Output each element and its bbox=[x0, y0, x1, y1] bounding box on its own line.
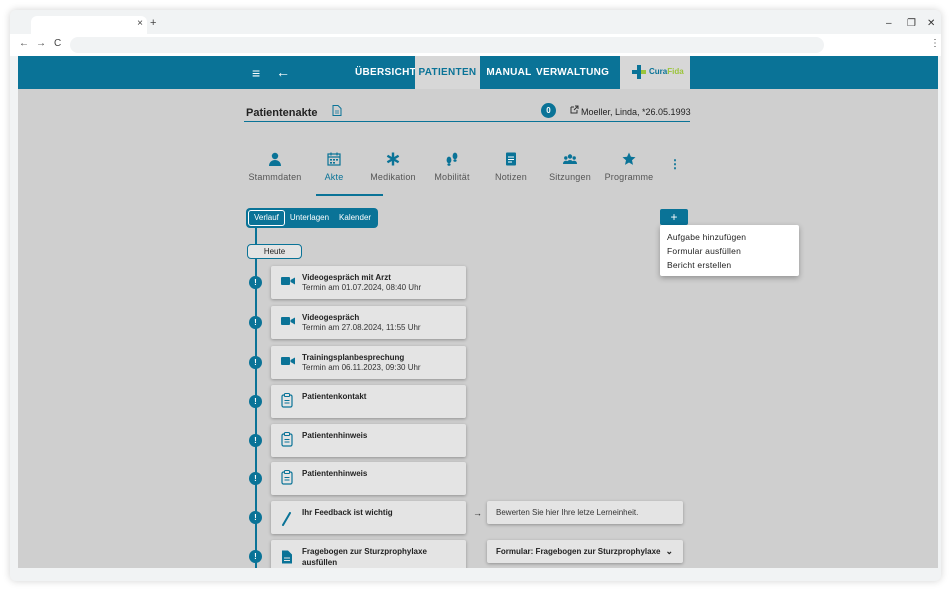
logo-text-cura: Cura bbox=[649, 67, 668, 76]
card-title: Patientenhinweis bbox=[302, 431, 368, 440]
footprints-icon bbox=[446, 152, 458, 166]
timeline-marker: ! bbox=[249, 395, 262, 408]
timeline-marker: ! bbox=[249, 550, 262, 563]
page-title: Patientenakte bbox=[246, 107, 318, 119]
timeline-marker: ! bbox=[249, 434, 262, 447]
card-title: Ihr Feedback ist wichtig bbox=[302, 508, 393, 517]
card-title: Videogespräch mit Arzt bbox=[302, 273, 391, 282]
segment-kalender[interactable]: Kalender bbox=[334, 210, 376, 226]
clipboard-icon bbox=[281, 432, 293, 447]
person-icon bbox=[269, 152, 281, 166]
minimize-icon[interactable]: – bbox=[886, 18, 892, 29]
clipboard-icon bbox=[281, 393, 293, 408]
card-subtitle: Termin am 01.07.2024, 08:40 Uhr bbox=[302, 283, 422, 292]
card-subtitle: Termin am 06.11.2023, 09:30 Uhr bbox=[302, 363, 421, 372]
card-title: Patientenkontakt bbox=[302, 392, 367, 401]
asterisk-icon bbox=[386, 152, 400, 166]
app-header: ≡ ← ÜBERSICHT PATIENTEN MANUAL VERWALTUN… bbox=[18, 56, 938, 89]
timeline-card[interactable]: Patientenkontakt bbox=[271, 385, 466, 418]
card-title: Fragebogen zur Sturzprophylaxe ausfüllen bbox=[302, 547, 427, 567]
timeline-card[interactable]: Trainingsplanbesprechung Termin am 06.11… bbox=[271, 346, 466, 379]
feedback-card[interactable]: Bewerten Sie hier Ihre letze Lerneinheit… bbox=[487, 501, 683, 524]
pen-icon bbox=[282, 512, 291, 526]
calendar-icon bbox=[327, 152, 341, 166]
note-icon bbox=[506, 152, 516, 166]
timeline-marker: ! bbox=[249, 276, 262, 289]
card-subtitle: Termin am 27.08.2024, 11:55 Uhr bbox=[302, 323, 421, 332]
browser-forward-icon[interactable]: → bbox=[36, 38, 46, 49]
logo-cross-icon bbox=[632, 65, 646, 79]
add-button[interactable]: + bbox=[660, 209, 688, 225]
page-viewport: ≡ ← ÜBERSICHT PATIENTEN MANUAL VERWALTUN… bbox=[18, 56, 938, 568]
video-icon bbox=[281, 357, 295, 365]
document-icon bbox=[282, 550, 292, 564]
timeline-card[interactable]: Fragebogen zur Sturzprophylaxe ausfüllen bbox=[271, 540, 466, 568]
nav-patienten[interactable]: PATIENTEN bbox=[415, 56, 480, 89]
menu-item-formular[interactable]: Formular ausfüllen bbox=[660, 244, 799, 258]
star-icon bbox=[622, 152, 636, 165]
active-tab-indicator bbox=[316, 194, 383, 196]
view-segmented-control: Verlauf Unterlagen Kalender bbox=[246, 208, 379, 228]
close-window-icon[interactable]: ✕ bbox=[927, 18, 935, 29]
segment-verlauf[interactable]: Verlauf bbox=[248, 210, 285, 226]
restore-icon[interactable]: ❐ bbox=[907, 18, 916, 29]
timeline-marker: ! bbox=[249, 511, 262, 524]
browser-window: × + – ❐ ✕ ← → C ⋮ ≡ ← ÜBERSICHT PATIENTE… bbox=[10, 10, 941, 581]
add-menu: Aufgabe hinzufügen Formular ausfüllen Be… bbox=[660, 225, 799, 276]
timeline-card[interactable]: Videogespräch mit Arzt Termin am 01.07.2… bbox=[271, 266, 466, 299]
form-dropdown[interactable]: Formular: Fragebogen zur Sturzprophylaxe… bbox=[487, 540, 683, 563]
browser-menu-icon[interactable]: ⋮ bbox=[930, 38, 940, 49]
new-tab-icon[interactable]: + bbox=[150, 17, 156, 29]
timeline-card[interactable]: Ihr Feedback ist wichtig bbox=[271, 501, 466, 534]
title-underline bbox=[244, 121, 690, 122]
menu-item-aufgabe[interactable]: Aufgabe hinzufügen bbox=[660, 230, 799, 244]
timeline-marker: ! bbox=[249, 472, 262, 485]
chevron-down-icon: ⌄ bbox=[665, 546, 673, 556]
menu-item-bericht[interactable]: Bericht erstellen bbox=[660, 258, 799, 272]
card-title: Trainingsplanbesprechung bbox=[302, 353, 405, 362]
nav-manual[interactable]: MANUAL bbox=[482, 56, 536, 89]
video-icon bbox=[281, 277, 295, 285]
segment-unterlagen[interactable]: Unterlagen bbox=[285, 210, 334, 226]
arrow-right-icon: → bbox=[473, 508, 482, 518]
browser-tab[interactable]: × bbox=[31, 16, 147, 34]
browser-tab-bar: × + – ❐ ✕ bbox=[10, 10, 941, 34]
group-icon bbox=[563, 154, 577, 164]
patient-name[interactable]: Moeller, Linda, *26.05.1993 bbox=[581, 107, 691, 117]
more-vert-icon[interactable]: ⋮ bbox=[669, 157, 681, 171]
video-icon bbox=[281, 317, 295, 325]
tab-label: Programme bbox=[604, 172, 654, 182]
timeline-card[interactable]: Videogespräch Termin am 27.08.2024, 11:5… bbox=[271, 306, 466, 339]
timeline-marker: ! bbox=[249, 316, 262, 329]
reload-icon[interactable]: C bbox=[54, 38, 61, 49]
tab-close-icon[interactable]: × bbox=[137, 18, 143, 29]
address-bar[interactable] bbox=[70, 37, 824, 53]
form-dropdown-label: Formular: Fragebogen zur Sturzprophylaxe bbox=[496, 547, 661, 556]
logo-text-fida: Fida bbox=[667, 67, 684, 76]
tab-programme[interactable]: Programme bbox=[594, 152, 664, 192]
nav-uebersicht[interactable]: ÜBERSICHT bbox=[355, 56, 416, 89]
timeline-marker: ! bbox=[249, 356, 262, 369]
notification-badge[interactable]: 0 bbox=[541, 103, 556, 118]
clipboard-icon bbox=[281, 470, 293, 485]
card-title: Patientenhinweis bbox=[302, 469, 368, 478]
timeline-card[interactable]: Patientenhinweis bbox=[271, 424, 466, 457]
menu-icon[interactable]: ≡ bbox=[252, 65, 260, 81]
back-arrow-icon[interactable]: ← bbox=[276, 64, 290, 80]
external-link-icon[interactable] bbox=[570, 105, 579, 114]
card-title: Videogespräch bbox=[302, 313, 360, 322]
today-label: Heute bbox=[247, 244, 302, 259]
curafida-logo: CuraFida bbox=[620, 56, 690, 89]
browser-toolbar: ← → C ⋮ bbox=[10, 34, 941, 56]
document-icon[interactable] bbox=[332, 105, 342, 116]
timeline-card[interactable]: Patientenhinweis bbox=[271, 462, 466, 495]
browser-back-icon[interactable]: ← bbox=[19, 38, 29, 49]
nav-verwaltung[interactable]: VERWALTUNG bbox=[536, 56, 609, 89]
